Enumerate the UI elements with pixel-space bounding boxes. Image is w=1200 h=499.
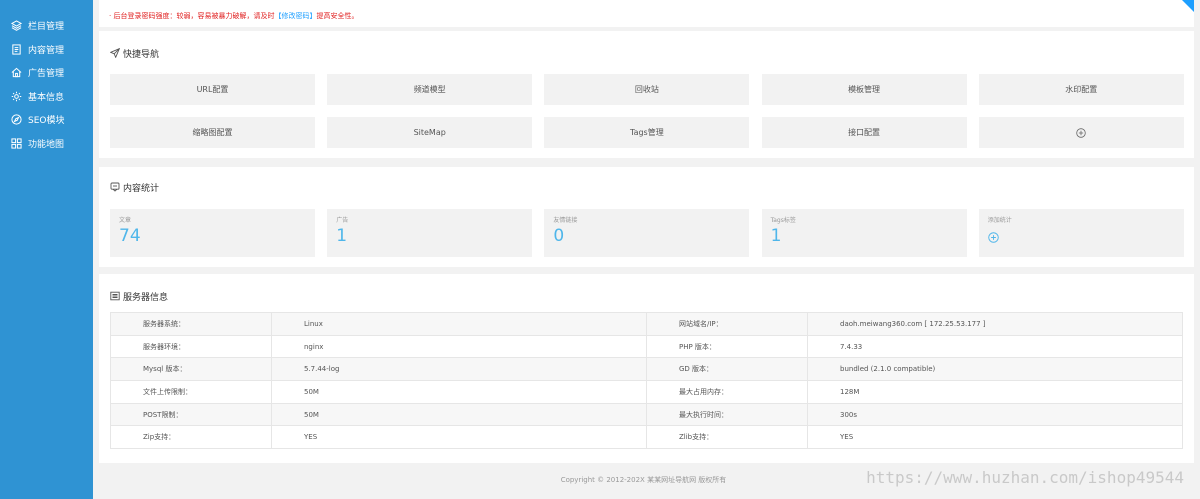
table-cell-label: POST限制： <box>110 402 272 427</box>
table-row: Mysql 版本： 5.7.44-log GD 版本： bundled (2.1.0 … <box>110 357 1183 382</box>
copyright-text: Copyright © 2012-202X 某某网址导航网 版权所有 <box>560 476 727 484</box>
plus-circle-icon <box>988 232 999 243</box>
add-stat-card[interactable]: 添加统计 <box>978 209 1184 257</box>
table-cell-label: Zip支持： <box>110 425 272 450</box>
sidebar-item-ad-management[interactable]: 广告管理 <box>0 61 93 85</box>
table-cell-value: YES <box>807 425 1183 450</box>
table-cell-label: GD 版本： <box>646 357 808 382</box>
table-cell-label: 网站域名/IP： <box>646 312 808 336</box>
sidebar-item-label: SEO模块 <box>28 116 65 127</box>
stat-card-friend-links[interactable]: 友情链接 0 <box>544 209 750 257</box>
table-cell-value: 7.4.33 <box>807 334 1183 359</box>
list-box-icon <box>110 291 120 301</box>
quick-nav-title: 快捷导航 <box>123 49 160 60</box>
quick-link-api-config[interactable]: 接口配置 <box>761 117 967 148</box>
sidebar-item-function-map[interactable]: 功能地图 <box>0 132 93 156</box>
content-stats-panel: 内容统计 文章 74 广告 1 友情链接 0 Tags标签 1 添加统计 <box>99 167 1194 267</box>
quick-nav-panel: 快捷导航 URL配置 频道模型 回收站 模板管理 水印配置 缩略图配置 Site… <box>99 31 1194 158</box>
stats-grid: 文章 74 广告 1 友情链接 0 Tags标签 1 添加统计 <box>110 209 1188 257</box>
sidebar-item-label: 功能地图 <box>28 139 65 150</box>
plus-circle-icon <box>1076 127 1086 138</box>
quick-link-url-config[interactable]: URL配置 <box>110 74 315 105</box>
stat-value: 74 <box>119 226 141 246</box>
quick-link-tags-management[interactable]: Tags管理 <box>544 117 750 148</box>
table-cell-value: 5.7.44-log <box>271 357 647 382</box>
sidebar-item-seo-module[interactable]: SEO模块 <box>0 108 93 132</box>
table-cell-value: daoh.meiwang360.com [ 172.25.53.177 ] <box>807 312 1183 336</box>
file-text-icon <box>11 44 22 55</box>
security-notice: · 后台登录密码强度：较弱，容易被暴力破解，请及时【修改密码】提高安全性。 <box>99 0 1194 27</box>
watermark: https://www.huzhan.com/ishop49544 <box>866 468 1184 487</box>
sidebar: 栏目管理 内容管理 广告管理 基本信息 SEO模块 功能地图 <box>0 0 93 499</box>
table-cell-value: 50M <box>271 402 647 427</box>
stat-label: 文章 <box>119 217 132 224</box>
stat-label: 广告 <box>336 217 349 224</box>
table-cell-label: Zlib支持： <box>646 425 808 450</box>
table-row: 文件上传限制： 50M 最大占用内存： 128M <box>110 380 1183 404</box>
quick-nav-grid: URL配置 频道模型 回收站 模板管理 水印配置 缩略图配置 SiteMap T… <box>110 74 1188 148</box>
quick-link-thumbnail-config[interactable]: 缩略图配置 <box>110 117 315 148</box>
add-quick-link-button[interactable] <box>978 117 1184 148</box>
change-password-link[interactable]: 【修改密码】 <box>274 12 316 20</box>
table-cell-value: YES <box>271 425 647 450</box>
panel-title: 内容统计 <box>99 177 159 197</box>
server-info-table: 服务器系统： Linux 网站域名/IP： daoh.meiwang360.com [… <box>110 312 1183 450</box>
stat-card-articles[interactable]: 文章 74 <box>110 209 315 257</box>
notice-text: · 后台登录密码强度：较弱，容易被暴力破解，请及时 <box>109 12 275 20</box>
panel-title: 服务器信息 <box>99 286 168 306</box>
main-content: · 后台登录密码强度：较弱，容易被暴力破解，请及时【修改密码】提高安全性。 快捷… <box>93 0 1200 499</box>
table-cell-label: Mysql 版本： <box>110 357 272 382</box>
message-box-icon <box>110 182 120 192</box>
quick-link-recycle-bin[interactable]: 回收站 <box>544 74 750 105</box>
send-icon <box>110 48 120 58</box>
grid-icon <box>11 138 22 149</box>
compass-icon <box>11 114 22 125</box>
stat-value: 0 <box>553 226 565 246</box>
stat-label: Tags标签 <box>770 217 796 224</box>
quick-link-channel-model[interactable]: 频道模型 <box>327 74 533 105</box>
server-info-panel: 服务器信息 服务器系统： Linux 网站域名/IP： daoh.meiwang360… <box>99 274 1194 463</box>
table-cell-label: 文件上传限制： <box>110 380 272 404</box>
notice-suffix: 提高安全性。 <box>316 12 359 20</box>
stats-title: 内容统计 <box>123 183 160 194</box>
corner-badge <box>1182 0 1194 12</box>
table-cell-value: Linux <box>271 312 647 336</box>
sidebar-item-label: 栏目管理 <box>28 22 65 33</box>
quick-link-watermark-config[interactable]: 水印配置 <box>978 74 1184 105</box>
stat-card-ads[interactable]: 广告 1 <box>327 209 533 257</box>
sidebar-item-content-management[interactable]: 内容管理 <box>0 38 93 62</box>
stat-card-tags[interactable]: Tags标签 1 <box>761 209 967 257</box>
table-row: 服务器环境： nginx PHP 版本： 7.4.33 <box>110 334 1183 359</box>
sidebar-item-label: 广告管理 <box>28 69 65 80</box>
table-cell-value: nginx <box>271 334 647 359</box>
table-row: 服务器系统： Linux 网站域名/IP： daoh.meiwang360.com [… <box>110 312 1183 336</box>
sidebar-item-basic-info[interactable]: 基本信息 <box>0 85 93 109</box>
table-cell-label: 服务器环境： <box>110 334 272 359</box>
table-cell-value: 128M <box>807 380 1183 404</box>
table-cell-label: 最大执行时间： <box>646 402 808 427</box>
home-icon <box>11 67 22 78</box>
quick-link-template-management[interactable]: 模板管理 <box>761 74 967 105</box>
stat-value: 1 <box>336 226 348 246</box>
table-row: Zip支持： YES Zlib支持： YES <box>110 425 1183 450</box>
table-cell-label: 最大占用内存： <box>646 380 808 404</box>
table-row: POST限制： 50M 最大执行时间： 300s <box>110 402 1183 427</box>
stat-value: 1 <box>770 226 782 246</box>
server-title: 服务器信息 <box>123 292 169 303</box>
table-cell-value: 300s <box>807 402 1183 427</box>
sidebar-item-column-management[interactable]: 栏目管理 <box>0 14 93 38</box>
sidebar-item-label: 基本信息 <box>28 92 65 103</box>
sidebar-item-label: 内容管理 <box>28 45 65 56</box>
gear-icon <box>11 91 22 102</box>
add-stat-label: 添加统计 <box>987 217 1012 224</box>
table-cell-label: PHP 版本： <box>646 334 808 359</box>
quick-link-sitemap[interactable]: SiteMap <box>327 117 533 148</box>
layers-icon <box>11 20 22 32</box>
stat-label: 友情链接 <box>553 217 578 224</box>
table-cell-value: bundled (2.1.0 compatible) <box>807 357 1183 382</box>
table-cell-label: 服务器系统： <box>110 312 272 336</box>
table-cell-value: 50M <box>271 380 647 404</box>
panel-title: 快捷导航 <box>99 43 159 63</box>
